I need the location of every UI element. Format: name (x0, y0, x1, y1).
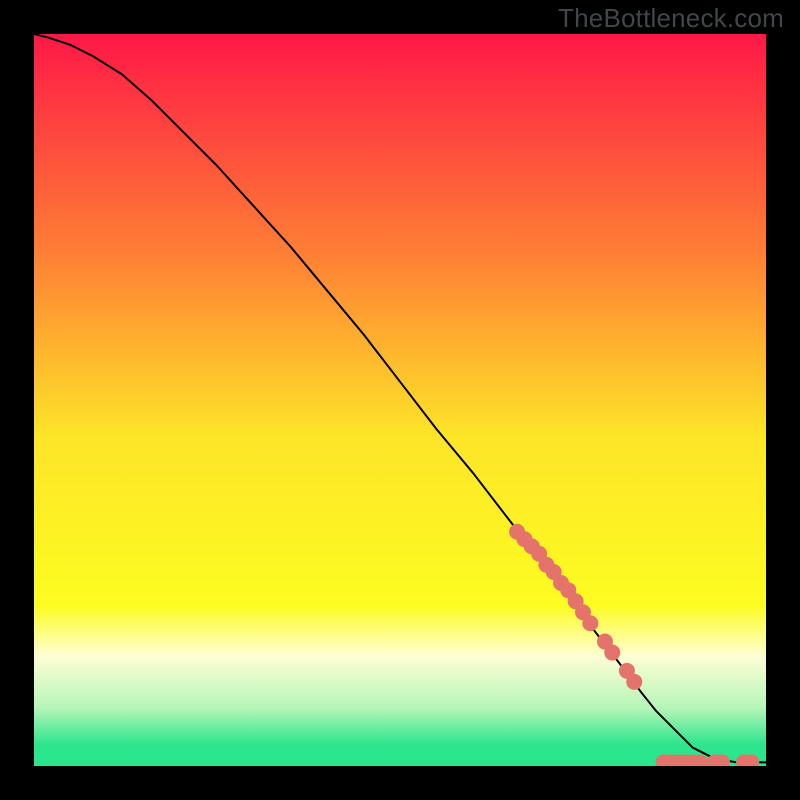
data-point (626, 674, 642, 690)
data-point (582, 615, 598, 631)
data-point (604, 645, 620, 661)
chart-plot-area (34, 34, 766, 766)
chart-svg (34, 34, 766, 766)
chart-background (34, 34, 766, 766)
watermark-text: TheBottleneck.com (558, 3, 784, 34)
chart-outer-frame: TheBottleneck.com (0, 0, 800, 800)
